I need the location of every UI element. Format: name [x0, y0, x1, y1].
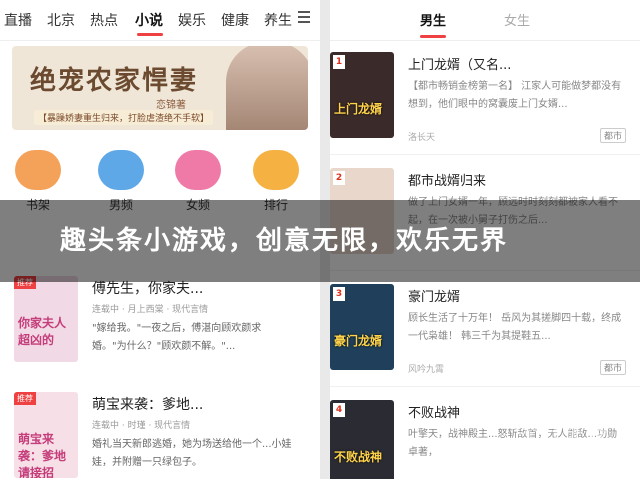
- tab-novel[interactable]: 小说: [135, 10, 163, 30]
- male-channel-icon: [98, 150, 144, 190]
- book-title: 萌宝来袭：爹地...: [92, 397, 204, 413]
- book-desc: "嫁给我。"一夜之后，傅湛向顾欢颜求婚。"为什么？"顾欢颜不解。"...: [92, 323, 262, 352]
- book-author: 洛长天: [408, 133, 436, 143]
- recommend-badge: 推荐: [14, 392, 36, 405]
- active-tab-indicator: [420, 35, 446, 38]
- cover-title: 你家夫人超凶的: [18, 316, 67, 347]
- book-desc: 【都市畅销金榜第一名】 江家人可能做梦都没有想到，他们眼中的窝囊废上门女婿...: [408, 81, 622, 110]
- book-cover: 3 豪门龙婿: [330, 284, 394, 370]
- book-desc: 婚礼当天新郎逃婚，她为场送给他一个...小娃娃，并附赠一只绿包子。: [92, 439, 292, 468]
- rank-badge: 2: [333, 171, 345, 185]
- book-desc: 顾长生活了十万年！ 岳风为其搓脚四十载，终成一代枭雄！ 韩三千为其提鞋五...: [408, 313, 622, 342]
- cover-title: 不败战神: [334, 450, 383, 464]
- tab-female[interactable]: 女生: [504, 10, 530, 29]
- book-meta: 连载中 · 月上西棠 · 现代言情: [92, 305, 209, 315]
- book-author: 风吟九霄: [408, 365, 445, 375]
- tab-male[interactable]: 男生: [420, 10, 446, 29]
- tab-health[interactable]: 健康: [221, 10, 249, 30]
- list-item[interactable]: 推荐 萌宝来袭：爹地请接招 萌宝来袭：爹地... 连载中 · 时瑾 · 现代言情…: [14, 392, 314, 478]
- book-cover: 推荐 萌宝来袭：爹地请接招: [14, 392, 78, 478]
- promo-banner[interactable]: 绝宠农家悍妻 恋锦著 【暴躁娇妻重生归来，打脸虐渣绝不手软】: [12, 46, 308, 130]
- cover-title: 豪门龙婿: [334, 334, 383, 348]
- female-channel-icon: [175, 150, 221, 190]
- book-cover: 推荐 你家夫人超凶的: [14, 276, 78, 362]
- book-cover: 4 不败战神: [330, 400, 394, 479]
- overlay-headline: 趣头条小游戏，创意无限，欢乐无界: [60, 226, 509, 256]
- gender-tabs: 男生 女生: [330, 0, 640, 41]
- rank-badge: 4: [333, 403, 345, 417]
- cover-title: 萌宝来袭：爹地请接招: [18, 432, 67, 478]
- list-item[interactable]: 推荐 你家夫人超凶的 傅先生，你家夫... 连载中 · 月上西棠 · 现代言情 …: [14, 276, 314, 376]
- banner-author: 恋锦著: [156, 100, 186, 111]
- rank-badge: 3: [333, 287, 345, 301]
- list-item[interactable]: 3 豪门龙婿 豪门龙婿 顾长生活了十万年！ 岳风为其搓脚四十载，终成一代枭雄！ …: [330, 276, 640, 387]
- cover-title: 上门龙婿: [334, 102, 383, 116]
- book-title: 都市战婿归来: [408, 174, 487, 189]
- list-item[interactable]: 1 上门龙婿 上门龙婿（又名... 【都市畅销金榜第一名】 江家人可能做梦都没有…: [330, 44, 640, 155]
- tab-wellness[interactable]: 养生: [264, 10, 292, 30]
- book-cover: 1 上门龙婿: [330, 52, 394, 138]
- headline-overlay: 趣头条小游戏，创意无限，欢乐无界: [0, 200, 640, 282]
- menu-icon[interactable]: [298, 11, 310, 25]
- category-badge: 都市: [599, 128, 626, 143]
- banner-title: 绝宠农家悍妻: [30, 66, 199, 96]
- ranking-icon: [253, 150, 299, 190]
- category-badge: 都市: [599, 360, 626, 375]
- tab-beijing[interactable]: 北京: [47, 10, 75, 30]
- rank-badge: 1: [333, 55, 345, 69]
- tab-live[interactable]: 直播: [4, 10, 32, 30]
- book-title: 豪门龙婿: [408, 290, 461, 305]
- active-tab-indicator: [137, 33, 163, 36]
- watermark: 今日头条: [513, 421, 610, 446]
- book-title: 上门龙婿（又名...: [408, 58, 512, 73]
- banner-subtitle: 【暴躁娇妻重生归来，打脸虐渣绝不手软】: [34, 110, 214, 125]
- book-meta: 连载中 · 时瑾 · 现代言情: [92, 421, 191, 431]
- banner-illustration: [226, 46, 308, 130]
- bookshelf-icon: [15, 150, 61, 190]
- tab-hot[interactable]: 热点: [90, 10, 118, 30]
- top-nav: 直播 北京 热点 小说 娱乐 健康 养生: [0, 0, 320, 41]
- tab-entertainment[interactable]: 娱乐: [178, 10, 206, 30]
- book-title: 不败战神: [408, 406, 461, 421]
